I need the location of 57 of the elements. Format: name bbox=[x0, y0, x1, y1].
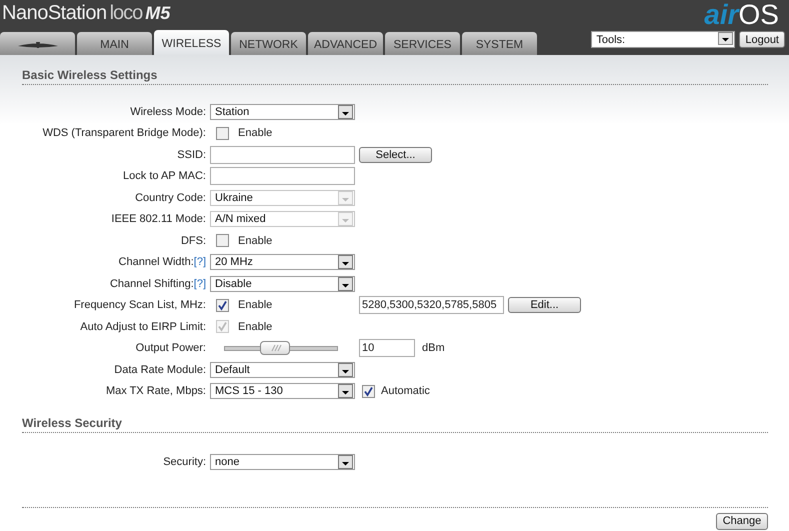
unit-label: dBm bbox=[422, 342, 445, 354]
field-label: IEEE 802.11 Mode: bbox=[111, 213, 206, 226]
brand-suffix: OS bbox=[738, 0, 779, 30]
field-label: WDS (Transparent Bridge Mode): bbox=[42, 127, 206, 140]
field-label: Channel Width: bbox=[118, 256, 194, 268]
help-link[interactable]: [?] bbox=[194, 256, 206, 268]
field-label: Country Code: bbox=[135, 192, 206, 204]
field-label: Auto Adjust to EIRP Limit: bbox=[80, 320, 206, 333]
slider-thumb[interactable] bbox=[260, 340, 290, 355]
field-label: Output Power: bbox=[136, 342, 206, 354]
dropdown[interactable]: MCS 15 - 130 bbox=[210, 383, 355, 400]
action-button[interactable]: Edit... bbox=[508, 297, 581, 314]
field-label: Lock to AP MAC: bbox=[123, 170, 206, 182]
dropdown[interactable]: 20 MHz bbox=[210, 254, 355, 270]
tab[interactable]: ADVANCED bbox=[308, 32, 383, 55]
model-name: M5 bbox=[145, 3, 170, 24]
field-label: SSID: bbox=[177, 148, 206, 161]
brand-prefix: air bbox=[704, 0, 739, 30]
product-name: NanoStation bbox=[2, 2, 107, 25]
change-button[interactable]: Change bbox=[716, 512, 768, 530]
input-field[interactable]: 10 bbox=[359, 339, 415, 358]
field-label: Wireless Mode: bbox=[130, 106, 206, 118]
section-title: Wireless Security bbox=[22, 416, 123, 430]
tab[interactable]: MAIN bbox=[77, 32, 152, 55]
help-link[interactable]: [?] bbox=[194, 278, 206, 290]
logout-button[interactable]: Logout bbox=[739, 31, 785, 48]
checkbox[interactable] bbox=[362, 384, 375, 398]
field-label: Max TX Rate, Mbps: bbox=[106, 385, 206, 398]
dropdown[interactable]: none bbox=[210, 454, 355, 470]
checkbox[interactable] bbox=[216, 298, 229, 312]
section-title: Basic Wireless Settings bbox=[22, 68, 158, 82]
field-label: Data Rate Module: bbox=[114, 364, 206, 376]
field-label: Security: bbox=[163, 456, 206, 468]
checkbox-label: Enable bbox=[238, 320, 272, 333]
tab[interactable]: NETWORK bbox=[231, 32, 306, 55]
field-label: Channel Shifting: bbox=[110, 278, 194, 290]
home-tab[interactable] bbox=[0, 32, 75, 55]
dropdown[interactable]: Disable bbox=[210, 276, 355, 292]
field-label: Frequency Scan List, MHz: bbox=[74, 299, 206, 312]
checkbox-label: Enable bbox=[238, 127, 272, 140]
checkbox-label: Automatic bbox=[381, 385, 430, 398]
checkbox[interactable] bbox=[216, 126, 229, 140]
tools-dropdown[interactable]: Tools: bbox=[591, 31, 736, 48]
dropdown[interactable]: Default bbox=[210, 362, 355, 378]
input-field[interactable] bbox=[210, 146, 355, 164]
dropdown[interactable]: Station bbox=[210, 104, 355, 120]
field-label: DFS: bbox=[180, 234, 206, 247]
input-field[interactable] bbox=[210, 167, 355, 186]
tab[interactable]: SERVICES bbox=[385, 32, 460, 55]
checkbox-label: Enable bbox=[238, 234, 272, 247]
input-field[interactable]: 5280,5300,5320,5785,5805 bbox=[359, 296, 504, 314]
checkbox-label: Enable bbox=[238, 299, 272, 312]
product-line: loco bbox=[110, 2, 142, 25]
tab[interactable]: WIRELESS bbox=[154, 30, 229, 55]
checkbox[interactable] bbox=[216, 234, 229, 248]
action-button[interactable]: Select... bbox=[359, 146, 432, 163]
tab[interactable]: SYSTEM bbox=[462, 32, 537, 55]
